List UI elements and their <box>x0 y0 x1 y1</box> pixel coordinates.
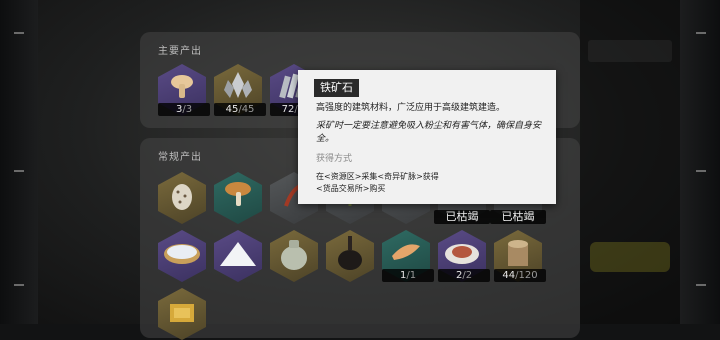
item-tooltip: 铁矿石 高强度的建筑材料，广泛应用于高级建筑建造。 采矿时一定要注意避免吸入粉尘… <box>298 70 556 204</box>
count-current: 45 <box>225 104 239 115</box>
common-item-wood-stump[interactable]: 44/120 <box>494 230 546 282</box>
common-item-wing[interactable]: 1/1 <box>382 230 434 282</box>
main-output-title: 主要产出 <box>158 46 202 57</box>
tooltip-source-label: 获得方式 <box>316 154 353 164</box>
common-item-count: 1/1 <box>382 269 434 282</box>
white-powder-icon <box>220 242 256 266</box>
common-item-count: 44/120 <box>494 269 546 282</box>
count-total: 45 <box>241 104 255 115</box>
depleted-badge: 已枯竭 <box>434 210 490 224</box>
background-button-glow <box>590 242 670 272</box>
tooltip-source-line: <货品交易所>购买 <box>316 184 386 193</box>
mushroom-icon <box>171 75 193 98</box>
common-item-gold-bar[interactable] <box>158 288 206 340</box>
edge-mark <box>14 32 24 34</box>
count-current: 72 <box>281 104 295 115</box>
background-ui-panel <box>580 0 680 324</box>
common-item-black-flask[interactable] <box>326 230 374 282</box>
common-item-white-powder[interactable] <box>214 230 262 282</box>
common-item-egg[interactable] <box>158 172 206 224</box>
count-total: 120 <box>518 270 538 281</box>
edge-mark <box>14 284 24 286</box>
wood-stump-icon <box>508 240 528 266</box>
edge-mark <box>14 170 24 172</box>
common-item-clay-jar[interactable] <box>270 230 318 282</box>
common-output-title: 常规产出 <box>158 152 202 163</box>
main-item-count: 3/3 <box>158 103 210 116</box>
wing-icon <box>392 244 420 260</box>
edge-mark <box>696 284 706 286</box>
salt-bowl-icon <box>164 244 200 264</box>
count-total: 1 <box>409 270 417 281</box>
depleted-badge: 已枯竭 <box>490 210 546 224</box>
count-total: 3 <box>185 104 193 115</box>
edge-mark <box>696 170 706 172</box>
tooltip-description: 高强度的建筑材料，广泛应用于高级建筑建造。 <box>316 103 506 113</box>
common-item-meat-plate[interactable]: 2/2 <box>438 230 490 282</box>
tooltip-source-line: 在<资源区>采集<奇异矿脉>获得 <box>316 172 439 181</box>
main-item-crystal-ore[interactable]: 45/45 <box>214 64 266 116</box>
tooltip-flavor-text: 采矿时一定要注意避免吸入粉尘和有害气体，确保自身安全。 <box>316 121 542 144</box>
main-item-count: 45/45 <box>214 103 266 116</box>
left-frame <box>0 0 38 324</box>
tooltip-item-name: 铁矿石 <box>314 79 359 97</box>
tooltip-source-details: 在<资源区>采集<奇异矿脉>获得 <货品交易所>购买 <box>316 171 439 195</box>
common-item-count: 2/2 <box>438 269 490 282</box>
meat-plate-icon <box>445 244 479 264</box>
edge-mark <box>696 32 706 34</box>
speckled-egg-icon <box>172 184 192 210</box>
clay-jar-icon <box>281 240 307 270</box>
main-item-mushroom[interactable]: 3/3 <box>158 64 210 116</box>
right-frame <box>680 0 720 324</box>
mushroom-icon <box>225 182 251 206</box>
common-item-mushroom[interactable] <box>214 172 262 224</box>
black-flask-icon <box>338 236 362 270</box>
background-bar <box>588 40 672 62</box>
count-total: 2 <box>465 270 473 281</box>
common-item-salt-bowl[interactable] <box>158 230 206 282</box>
gold-bar-icon <box>170 304 194 322</box>
count-current: 44 <box>502 270 516 281</box>
crystal-ore-icon <box>224 72 252 98</box>
